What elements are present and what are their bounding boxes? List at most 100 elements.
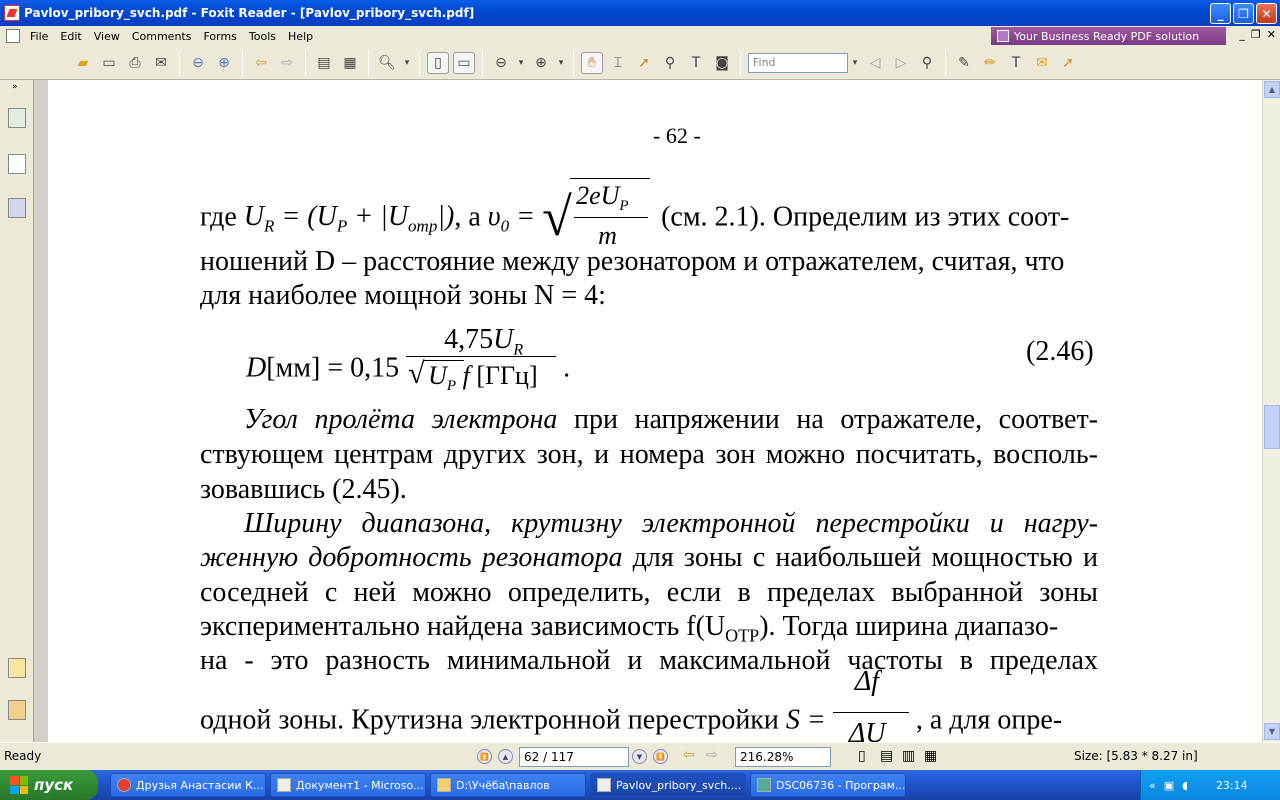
text-span: , а для опре- — [915, 704, 1063, 736]
taskbar-item-folder[interactable]: D:\Учёба\павлов — [430, 773, 586, 797]
text-line: Ширину диапазона, крутизну электронной п… — [244, 508, 1098, 539]
select-text-icon[interactable]: ⌶ — [607, 52, 629, 74]
scroll-thumb[interactable] — [1264, 405, 1280, 449]
scroll-up-arrow[interactable]: ▲ — [1264, 81, 1280, 98]
image-viewer-icon — [757, 778, 771, 792]
zoom-level-select[interactable]: 216.28% — [735, 747, 831, 767]
clock[interactable]: 23:14 — [1216, 779, 1248, 792]
separator — [242, 50, 243, 75]
previous-page-icon[interactable]: ⊖ — [187, 52, 209, 74]
taskbar-item-word[interactable]: Документ1 - Microso... — [270, 773, 426, 797]
expand-panel-icon[interactable]: » — [12, 82, 18, 92]
menu-edit[interactable]: Edit — [54, 30, 87, 43]
email-icon[interactable]: ✉ — [150, 52, 172, 74]
forward-arrow-icon[interactable]: ⇨ — [276, 52, 298, 74]
doc-close-button[interactable]: ✕ — [1267, 28, 1276, 41]
zoom-dropdown-icon[interactable]: ▾ — [402, 52, 412, 74]
vertical-scrollbar[interactable]: ▲ ▼ — [1262, 80, 1280, 742]
single-page-view-icon[interactable]: ▯ — [858, 748, 866, 764]
text-line: для наиболее мощной зоны N = 4: — [200, 280, 606, 311]
last-page-icon[interactable]: ⏬ — [653, 749, 668, 764]
zoom-in-dropdown-icon[interactable]: ▾ — [556, 52, 566, 74]
tray-expand-icon[interactable]: « — [1149, 779, 1156, 792]
menu-view[interactable]: View — [88, 30, 126, 43]
doc-minimize-button[interactable]: _ — [1239, 28, 1245, 41]
fit-page-icon[interactable]: ▯ — [427, 51, 449, 74]
taskbar-item-foxit[interactable]: Pavlov_pribory_svch.... — [590, 773, 746, 797]
status-bar: Ready ⏫ ▲ 62 / 117 ▼ ⏬ ⇦ ⇨ 216.28% ▯ ▤ ▥… — [0, 742, 1280, 770]
attachments-icon[interactable] — [8, 700, 26, 720]
text-span: где — [200, 201, 244, 233]
promo-banner[interactable]: Your Business Ready PDF solution — [991, 27, 1226, 45]
menu-help[interactable]: Help — [282, 30, 319, 43]
formula-v0: υ0 = — [487, 201, 536, 237]
zoom-icon[interactable]: 🔍︎ — [376, 52, 398, 74]
minimize-button[interactable]: _ — [1210, 3, 1231, 24]
volume-icon[interactable]: ◖ — [1182, 779, 1188, 792]
folder-icon — [437, 778, 451, 792]
taskbar-item-image-viewer[interactable]: DSC06736 - Програм... — [750, 773, 906, 797]
comments-panel-icon[interactable] — [8, 658, 26, 678]
text-box-icon[interactable]: T — [1005, 52, 1027, 74]
document-icon[interactable] — [6, 29, 20, 43]
fit-width-icon[interactable]: ▭ — [453, 51, 475, 74]
formula-s: S = — [785, 704, 826, 736]
arrow-tool-icon[interactable]: ➚ — [1057, 52, 1079, 74]
pages-icon[interactable]: ▤ — [313, 52, 335, 74]
text-line: Угол пролёта электрона при напряжении на… — [200, 406, 1098, 434]
pages-panel-icon[interactable] — [8, 154, 26, 174]
annotation-icon[interactable]: ✎ — [953, 52, 975, 74]
promo-text: Your Business Ready PDF solution — [1014, 29, 1200, 43]
close-button[interactable]: ✕ — [1256, 3, 1277, 24]
find-input[interactable]: Find — [748, 52, 848, 73]
network-icon[interactable]: ▣ — [1164, 779, 1174, 792]
task-label: D:\Учёба\павлов — [456, 778, 550, 792]
layers-icon[interactable] — [8, 198, 26, 218]
open-icon[interactable]: ▰ — [72, 52, 94, 74]
zoom-in-icon[interactable]: ⊕ — [530, 52, 552, 74]
menu-tools[interactable]: Tools — [243, 30, 282, 43]
search-icon[interactable]: ⚲ — [916, 52, 938, 74]
print-icon[interactable]: ⎙ — [124, 52, 146, 74]
next-page-icon[interactable]: ▼ — [632, 749, 647, 764]
save-icon[interactable]: ▭ — [98, 52, 120, 74]
forward-view-icon[interactable]: ⇨ — [706, 747, 718, 763]
snapshot-icon[interactable]: ◙ — [711, 52, 733, 74]
text-line: где UR = (UP + |Uотр|), а υ0 = √ 2eUP m … — [200, 178, 1069, 254]
navigation-panel: » — [0, 80, 34, 742]
zoom-out-dropdown-icon[interactable]: ▾ — [516, 52, 526, 74]
continuous-view-icon[interactable]: ▤ — [880, 748, 893, 764]
next-page-icon[interactable]: ⊕ — [213, 52, 235, 74]
scroll-down-arrow[interactable]: ▼ — [1264, 723, 1280, 740]
zoom-out-icon[interactable]: ⊖ — [490, 52, 512, 74]
typewriter-icon[interactable]: T — [685, 52, 707, 74]
start-button[interactable]: пуск — [0, 770, 98, 800]
prev-page-icon[interactable]: ▲ — [498, 749, 513, 764]
find-dropdown-icon[interactable]: ▾ — [850, 52, 860, 74]
bookmarks-icon[interactable] — [8, 108, 26, 128]
toolbar: ▰ ▭ ⎙ ✉ ⊖ ⊕ ⇦ ⇨ ▤ ▦ 🔍︎ ▾ ▯ ▭ ⊖ ▾ ⊕ ▾ ✋︎ … — [0, 46, 1280, 80]
select-arrow-icon[interactable]: ➚ — [633, 52, 655, 74]
binoculars-icon[interactable]: ⚲ — [659, 52, 681, 74]
continuous-facing-view-icon[interactable]: ▦ — [924, 748, 937, 764]
rotate-icon[interactable]: ▦ — [339, 52, 361, 74]
promo-icon — [997, 30, 1009, 42]
facing-view-icon[interactable]: ▥ — [902, 748, 915, 764]
menu-file[interactable]: File — [24, 30, 54, 43]
menu-comments[interactable]: Comments — [126, 30, 198, 43]
find-previous-icon[interactable]: ◁ — [864, 52, 886, 74]
hand-tool-icon[interactable]: ✋︎ — [581, 51, 603, 74]
doc-restore-button[interactable]: ❐ — [1251, 28, 1261, 41]
restore-button[interactable]: ❐ — [1233, 3, 1254, 24]
page-number-input[interactable]: 62 / 117 — [519, 747, 629, 767]
pencil-icon[interactable]: ✏ — [979, 52, 1001, 74]
back-view-icon[interactable]: ⇦ — [683, 747, 695, 763]
note-icon[interactable]: ✉ — [1031, 52, 1053, 74]
first-page-icon[interactable]: ⏫ — [477, 749, 492, 764]
find-next-icon[interactable]: ▷ — [890, 52, 912, 74]
foxit-app-icon[interactable] — [4, 5, 20, 21]
menu-forms[interactable]: Forms — [197, 30, 242, 43]
back-arrow-icon[interactable]: ⇦ — [250, 52, 272, 74]
taskbar-item-chrome[interactable]: Друзья Анастасии К... — [110, 773, 266, 797]
word-icon — [277, 778, 291, 792]
